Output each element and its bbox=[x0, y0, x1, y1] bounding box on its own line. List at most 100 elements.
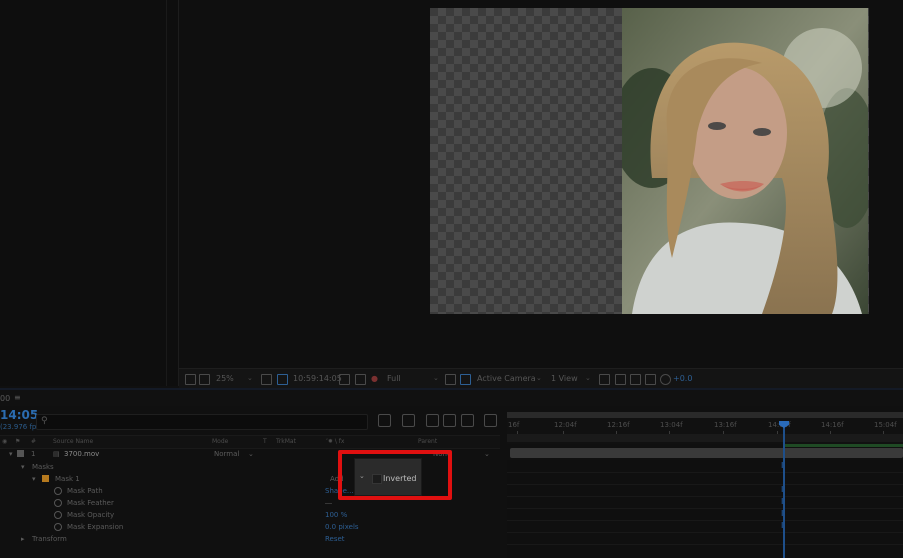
layer-mode-dropdown[interactable]: Normal bbox=[214, 450, 239, 458]
property-value[interactable]: 100 % bbox=[325, 511, 347, 519]
twirl-down-icon[interactable]: ▾ bbox=[21, 463, 25, 471]
panel-divider[interactable] bbox=[166, 0, 167, 386]
parent-column: Parent bbox=[418, 438, 438, 445]
property-label: Transform bbox=[32, 535, 67, 543]
ruler-label: 14:16f bbox=[821, 421, 844, 429]
keyframe-marker[interactable]: I bbox=[781, 485, 783, 494]
frame-blending-icon[interactable] bbox=[443, 414, 456, 427]
track-divider bbox=[507, 472, 903, 473]
property-row-transform[interactable]: ▸ Transform Reset bbox=[0, 533, 505, 545]
keyframe-marker[interactable]: I bbox=[781, 497, 783, 506]
chevron-down-icon[interactable]: ⌄ bbox=[585, 374, 591, 382]
fast-preview-icon[interactable] bbox=[615, 374, 626, 385]
trkmat-column: TrkMat bbox=[276, 438, 296, 445]
track-divider bbox=[507, 544, 903, 545]
current-time-display[interactable]: 10:59:14:05 bbox=[293, 374, 342, 383]
chevron-down-icon[interactable]: ⌄ bbox=[247, 374, 253, 382]
chevron-down-icon[interactable]: ⌄ bbox=[484, 450, 490, 458]
track-divider bbox=[507, 520, 903, 521]
mask-color-swatch[interactable] bbox=[42, 475, 49, 482]
property-label: Mask Opacity bbox=[67, 511, 115, 519]
footage-icon: ▤ bbox=[53, 450, 60, 458]
search-icon: ⚲ bbox=[41, 416, 48, 426]
property-value[interactable]: 0.0 pixels bbox=[325, 523, 359, 531]
always-preview-icon[interactable] bbox=[185, 374, 196, 385]
work-area-bar[interactable] bbox=[507, 434, 903, 442]
show-snapshot-icon[interactable] bbox=[355, 374, 366, 385]
flowchart-icon[interactable] bbox=[645, 374, 656, 385]
twirl-right-icon[interactable]: ▸ bbox=[21, 535, 25, 543]
shy-layers-icon[interactable] bbox=[426, 414, 439, 427]
viewer-toolbar: 25% ⌄ 10:59:14:05 ● Full ⌄ Active Camera… bbox=[179, 368, 903, 389]
reset-link[interactable]: Reset bbox=[325, 535, 345, 543]
rendered-cache-indicator bbox=[785, 444, 903, 447]
property-row-mask-expansion[interactable]: Mask Expansion 0.0 pixels bbox=[0, 521, 505, 533]
number-column: # bbox=[31, 438, 37, 445]
view-layout-dropdown[interactable]: 1 View bbox=[551, 374, 578, 383]
camera-snapshot-icon[interactable] bbox=[339, 374, 350, 385]
camera-view-dropdown[interactable]: Active Camera bbox=[477, 374, 536, 383]
keyframe-marker[interactable]: I bbox=[781, 509, 783, 518]
property-label[interactable]: Mask 1 bbox=[55, 475, 80, 483]
region-of-interest-icon[interactable] bbox=[277, 374, 288, 385]
toggle-pixel-aspect-icon[interactable] bbox=[599, 374, 610, 385]
track-divider bbox=[507, 532, 903, 533]
property-label: Mask Expansion bbox=[67, 523, 124, 531]
stopwatch-icon[interactable] bbox=[54, 499, 62, 507]
timeline-tab[interactable]: 00 bbox=[0, 394, 10, 403]
chevron-down-icon[interactable]: ⌄ bbox=[433, 374, 439, 382]
label-column-icon[interactable]: ⚑ bbox=[15, 438, 20, 445]
property-row-mask-opacity[interactable]: Mask Opacity 100 % bbox=[0, 509, 505, 521]
stopwatch-icon[interactable] bbox=[54, 511, 62, 519]
ruler-label: 12:16f bbox=[607, 421, 630, 429]
draft-3d-icon[interactable] bbox=[402, 414, 415, 427]
chevron-down-icon[interactable]: ⌄ bbox=[536, 374, 542, 382]
property-label: Masks bbox=[32, 463, 54, 471]
time-navigator[interactable] bbox=[507, 412, 903, 418]
monitor-icon[interactable] bbox=[199, 374, 210, 385]
t-column: T bbox=[263, 438, 267, 445]
composition-canvas[interactable] bbox=[430, 8, 869, 314]
keyframe-marker[interactable]: I bbox=[781, 521, 783, 530]
twirl-down-icon[interactable]: ▾ bbox=[9, 450, 13, 458]
source-name-column[interactable]: Source Name bbox=[53, 438, 93, 445]
comp-mini-flowchart-icon[interactable] bbox=[378, 414, 391, 427]
resolution-dropdown[interactable]: Full bbox=[387, 374, 401, 383]
ruler-label: 13:04f bbox=[660, 421, 683, 429]
motion-blur-icon[interactable] bbox=[461, 414, 474, 427]
timeline-tab-bar: 00 ≡ bbox=[0, 390, 903, 406]
property-label: Mask Path bbox=[67, 487, 103, 495]
stopwatch-icon[interactable] bbox=[54, 523, 62, 531]
timeline-timecode[interactable]: 14:05 bbox=[0, 408, 38, 422]
color-channel-icon[interactable]: ● bbox=[371, 374, 378, 383]
stopwatch-icon[interactable] bbox=[54, 487, 62, 495]
ruler-label: 12:04f bbox=[554, 421, 577, 429]
layer-number: 1 bbox=[31, 450, 36, 458]
highlight-box bbox=[338, 450, 452, 500]
mode-column: Mode bbox=[212, 438, 229, 445]
track-divider bbox=[507, 496, 903, 497]
region-icon[interactable] bbox=[445, 374, 456, 385]
ruler-label: 13:16f bbox=[714, 421, 737, 429]
fit-icon[interactable] bbox=[261, 374, 272, 385]
layer-columns-header: ◉ ⚑ # Source Name Mode T TrkMat ’✹ \ fx … bbox=[0, 435, 500, 449]
layer-duration-bar[interactable] bbox=[510, 448, 903, 458]
timeline-icon[interactable] bbox=[630, 374, 641, 385]
constrain-proportions-icon[interactable]: ― bbox=[325, 499, 332, 507]
keyframe-marker[interactable]: I bbox=[781, 461, 783, 470]
track-divider bbox=[507, 484, 903, 485]
menu-icon[interactable]: ≡ bbox=[14, 393, 21, 402]
zoom-dropdown[interactable]: 25% bbox=[216, 374, 234, 383]
twirl-down-icon[interactable]: ▾ bbox=[32, 475, 36, 483]
ruler-label: 15:04f bbox=[874, 421, 897, 429]
graph-editor-icon[interactable] bbox=[484, 414, 497, 427]
exposure-value[interactable]: +0.0 bbox=[673, 374, 692, 383]
layer-search-input[interactable]: ⚲ bbox=[36, 414, 368, 430]
reset-exposure-icon[interactable] bbox=[660, 374, 671, 385]
visibility-column-icon[interactable]: ◉ bbox=[2, 438, 7, 445]
layer-label-color[interactable] bbox=[17, 450, 24, 457]
ruler-label: 16f bbox=[508, 421, 520, 429]
chevron-down-icon[interactable]: ⌄ bbox=[248, 450, 254, 458]
transparency-grid-icon[interactable] bbox=[460, 374, 471, 385]
layer-name[interactable]: 3700.mov bbox=[64, 450, 99, 458]
